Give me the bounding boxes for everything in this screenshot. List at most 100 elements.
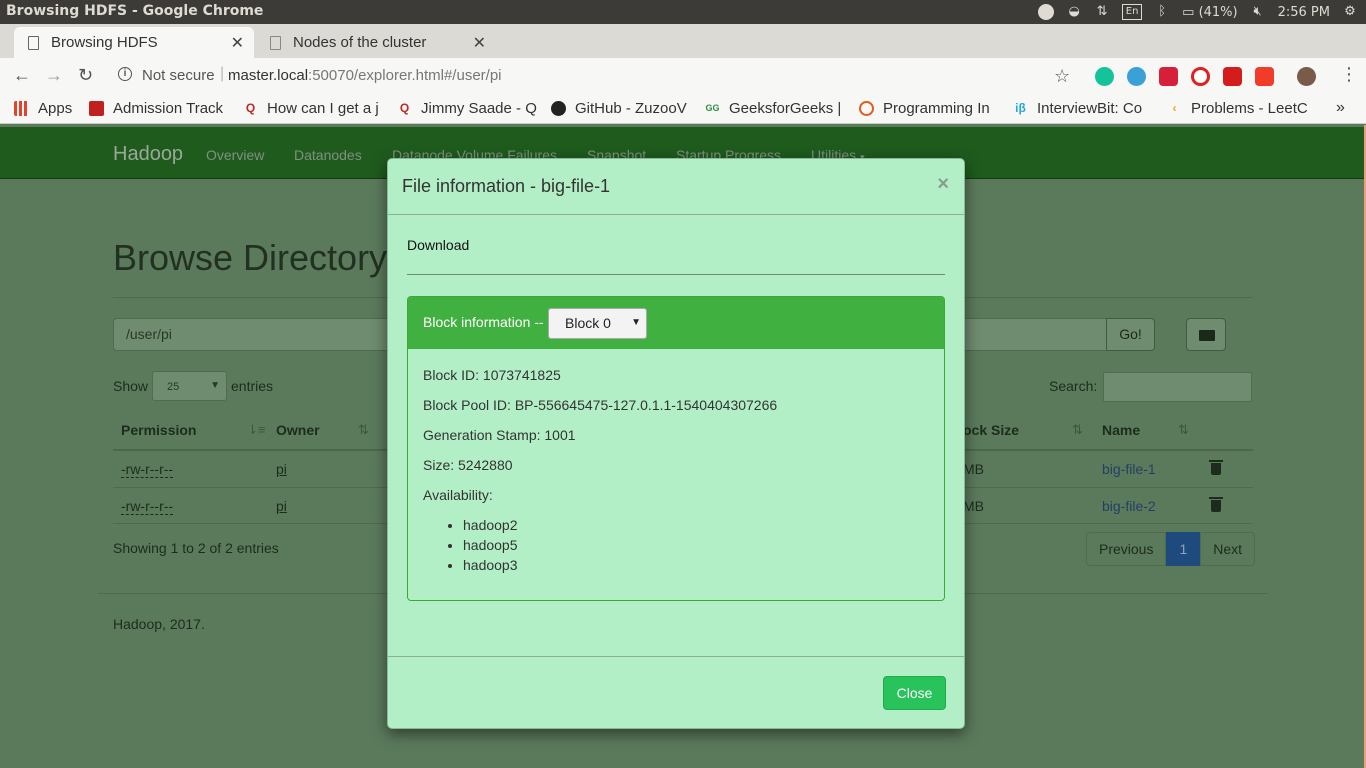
tab-browsing-hdfs[interactable]: Browsing HDFS ✕: [14, 27, 254, 58]
address-bar[interactable]: i Not secure | master.local:50070/explor…: [108, 62, 1088, 91]
more-bookmarks-chevron-icon[interactable]: »: [1336, 99, 1345, 117]
bookmark-github[interactable]: GitHub - ZuzooV: [551, 100, 687, 117]
entries-per-page-select[interactable]: 25 ▼: [152, 371, 227, 401]
row-2-owner[interactable]: pi: [276, 498, 287, 514]
extension-icon[interactable]: [1159, 67, 1178, 86]
search-input[interactable]: [1103, 372, 1252, 402]
quora-icon: Q: [245, 101, 256, 115]
nav-overview[interactable]: Overview: [206, 147, 264, 163]
battery-indicator[interactable]: ▭ (41%): [1182, 5, 1237, 20]
close-tab-icon[interactable]: ✕: [231, 33, 244, 53]
row-1-permission[interactable]: -rw-r--r--: [121, 461, 174, 478]
back-arrow-icon[interactable]: ←: [13, 65, 31, 86]
bookmark-apps[interactable]: Apps: [14, 100, 72, 117]
sort-icon[interactable]: ⇅: [1178, 422, 1189, 438]
column-permission[interactable]: Permission: [121, 422, 196, 438]
bookmark-quora-2[interactable]: Q Jimmy Saade - Q: [397, 100, 537, 117]
battery-percent: (41%): [1198, 4, 1238, 20]
opera-extension-icon[interactable]: [1191, 67, 1210, 86]
record-icon[interactable]: [1038, 4, 1055, 20]
page-1-button[interactable]: 1: [1166, 532, 1201, 566]
column-name[interactable]: Name: [1102, 422, 1140, 438]
page-size-value: 25: [167, 381, 180, 393]
block-id: Block ID: 1073741825: [423, 367, 561, 383]
bookmark-label: InterviewBit: Co: [1037, 100, 1143, 117]
column-owner[interactable]: Owner: [276, 422, 320, 438]
bookmark-admission-track[interactable]: Admission Track: [89, 100, 223, 117]
row-2-file-link[interactable]: big-file-2: [1102, 498, 1156, 514]
keyboard-layout-indicator[interactable]: En: [1122, 4, 1143, 20]
security-label[interactable]: Not secure: [142, 67, 215, 84]
tab-strip: Browsing HDFS ✕ Nodes of the cluster ✕ +: [0, 24, 1366, 77]
bluetooth-icon[interactable]: ᛒ: [1154, 4, 1170, 20]
row-1-block-size: MB: [963, 461, 984, 477]
row-2-block-size: MB: [963, 498, 984, 514]
trash-icon[interactable]: [1209, 497, 1223, 512]
reload-icon[interactable]: ↻: [78, 65, 93, 86]
bookmark-interviewbit[interactable]: iβ InterviewBit: Co: [1013, 100, 1142, 117]
column-block-size[interactable]: ock Size: [963, 422, 1019, 438]
create-folder-button[interactable]: [1186, 318, 1226, 351]
bookmark-quora-1[interactable]: Q How can I get a j: [243, 100, 379, 117]
settings-gear-icon[interactable]: ⚙: [1342, 4, 1358, 20]
extension-icon[interactable]: [1223, 67, 1242, 86]
bookmark-geeksforgeeks[interactable]: GG GeeksforGeeks |: [705, 100, 841, 117]
list-item: hadoop3: [463, 557, 518, 577]
network-icon[interactable]: ◒: [1066, 4, 1082, 20]
next-page-button[interactable]: Next: [1200, 532, 1256, 566]
block-pool-id: Block Pool ID: BP-556645475-127.0.1.1-15…: [423, 397, 778, 413]
interviewbit-icon: iβ: [1015, 101, 1026, 115]
row-2-permission[interactable]: -rw-r--r--: [121, 498, 174, 515]
previous-page-button[interactable]: Previous: [1086, 532, 1167, 566]
bookmark-label: Apps: [38, 100, 73, 117]
geeksforgeeks-icon: GG: [705, 103, 720, 113]
go-button[interactable]: Go!: [1106, 318, 1155, 351]
admission-icon: [89, 101, 104, 116]
navigation-bar: ← → ↻ i Not secure | master.local:50070/…: [0, 58, 1366, 95]
download-link[interactable]: Download: [407, 237, 469, 253]
nav-datanodes[interactable]: Datanodes: [294, 147, 362, 163]
clock[interactable]: 2:56 PM: [1278, 5, 1330, 20]
sort-icon[interactable]: ⇅: [358, 422, 369, 438]
forward-arrow-icon[interactable]: →: [45, 65, 63, 86]
trash-icon[interactable]: [1209, 460, 1223, 475]
bookmark-leetcode[interactable]: ‹ Problems - LeetC: [1167, 100, 1308, 117]
sort-icon[interactable]: ⇅: [1072, 422, 1083, 438]
bookmark-label: GitHub - ZuzooV: [575, 100, 687, 117]
transfer-arrows-icon[interactable]: ⇅: [1094, 4, 1110, 20]
row-1-owner[interactable]: pi: [276, 461, 287, 477]
sort-ascending-icon[interactable]: ⇂≡: [247, 422, 265, 438]
close-button[interactable]: Close: [883, 676, 946, 710]
show-label: Show: [113, 378, 149, 394]
bookmark-label: Programming In: [883, 100, 990, 117]
block-select-value: Block 0: [565, 315, 611, 331]
url-text[interactable]: master.local:50070/explorer.html#/user/p…: [228, 67, 502, 84]
tab-nodes-of-cluster[interactable]: Nodes of the cluster ✕: [256, 27, 496, 58]
battery-icon: ▭: [1182, 4, 1195, 20]
bookmark-star-icon[interactable]: ☆: [1054, 66, 1070, 87]
row-1-file-link[interactable]: big-file-1: [1102, 461, 1156, 477]
menu-dots-icon[interactable]: ⋮: [1340, 64, 1358, 85]
modal-footer-divider: [388, 656, 964, 657]
availability-label: Availability:: [423, 487, 493, 503]
close-tab-icon[interactable]: ✕: [473, 33, 486, 53]
search-label: Search:: [1049, 378, 1098, 394]
info-icon[interactable]: i: [118, 67, 132, 81]
block-size: Size: 5242880: [423, 457, 513, 473]
grammarly-extension-icon[interactable]: [1095, 67, 1114, 86]
window-title: Browsing HDFS - Google Chrome: [6, 3, 264, 19]
volume-muted-icon[interactable]: 🔇︎: [1250, 4, 1266, 20]
profile-avatar[interactable]: [1297, 67, 1316, 86]
bookmark-label: Jimmy Saade - Q: [421, 100, 537, 117]
bookmark-label: Admission Track: [113, 100, 224, 117]
extension-icon[interactable]: [1255, 67, 1274, 86]
divider: [407, 274, 945, 275]
page-icon: [28, 35, 39, 50]
extension-icon[interactable]: [1127, 67, 1146, 86]
brand[interactable]: Hadoop: [113, 143, 183, 166]
block-select[interactable]: Block 0 ▼: [548, 308, 647, 339]
apps-grid-icon: [14, 101, 29, 116]
bookmark-programming[interactable]: Programming In: [859, 100, 990, 117]
url-host: master.local: [228, 67, 309, 84]
close-icon[interactable]: ×: [937, 173, 949, 196]
